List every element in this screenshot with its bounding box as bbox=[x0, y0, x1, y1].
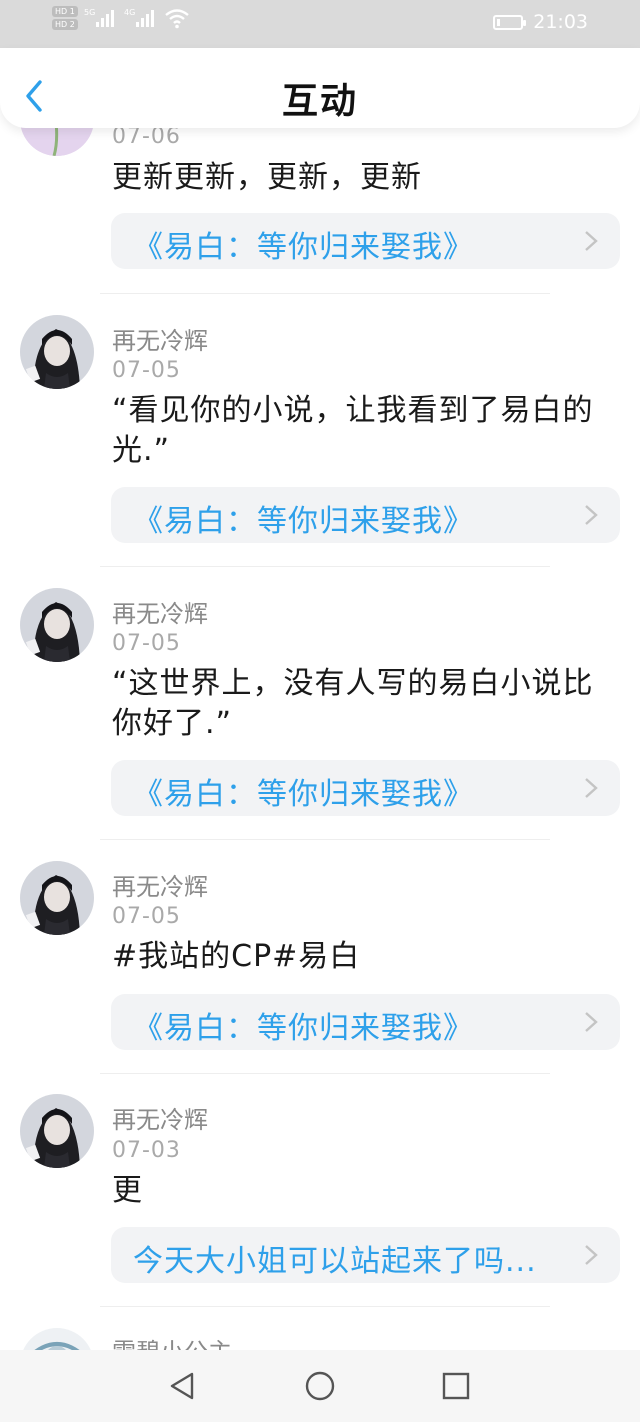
hd-badge-1: HD 1 bbox=[52, 6, 78, 17]
user-avatar-icon bbox=[20, 861, 94, 935]
comment-text: “这世界上，没有人写的易白小说比你好了.” bbox=[112, 666, 594, 741]
chevron-right-icon bbox=[585, 1245, 598, 1265]
book-link-card[interactable]: 《易白：等你归来娶我》 bbox=[111, 760, 620, 816]
divider bbox=[100, 293, 550, 294]
username[interactable]: 再无冷辉 bbox=[112, 321, 208, 356]
app-header: 互动 bbox=[0, 48, 640, 128]
comment-date: 07-05 bbox=[112, 904, 181, 929]
system-nav-bar bbox=[0, 1350, 640, 1422]
user-avatar-icon bbox=[20, 1094, 94, 1168]
comment-text: “看见你的小说，让我看到了易白的光.” bbox=[112, 393, 594, 468]
wifi-icon bbox=[165, 9, 189, 29]
comment-text: #我站的CP#易白 bbox=[112, 939, 361, 974]
triangle-back-icon[interactable] bbox=[162, 1366, 202, 1406]
book-title: 今天大小姐可以站起来了吗... bbox=[133, 1244, 537, 1279]
book-link-card[interactable]: 《易白：等你归来娶我》 bbox=[111, 213, 620, 269]
book-title: 《易白：等你归来娶我》 bbox=[133, 504, 474, 539]
chevron-right-icon bbox=[585, 1012, 598, 1032]
username[interactable]: 再无冷辉 bbox=[112, 867, 208, 902]
hd-badge-2: HD 2 bbox=[52, 19, 78, 30]
username[interactable]: 再无冷辉 bbox=[112, 1100, 208, 1135]
battery-icon bbox=[493, 14, 527, 30]
comment-text: 更 bbox=[112, 1173, 143, 1208]
divider bbox=[100, 1073, 550, 1074]
svg-text:5G: 5G bbox=[84, 8, 95, 17]
circle-home-icon[interactable] bbox=[300, 1366, 340, 1406]
avatar[interactable] bbox=[20, 861, 94, 935]
book-link-card[interactable]: 《易白：等你归来娶我》 bbox=[111, 487, 620, 543]
book-title: 《易白：等你归来娶我》 bbox=[133, 230, 474, 265]
network-indicators: HD 1 HD 2 5G 4G bbox=[52, 6, 190, 30]
clock: 21:03 bbox=[533, 11, 588, 33]
comment-date: 07-05 bbox=[112, 631, 181, 656]
user-avatar-icon bbox=[20, 315, 94, 389]
svg-text:4G: 4G bbox=[124, 8, 135, 17]
book-link-card[interactable]: 今天大小姐可以站起来了吗... bbox=[111, 1227, 620, 1283]
chevron-right-icon bbox=[585, 505, 598, 525]
chevron-right-icon bbox=[585, 231, 598, 251]
username[interactable]: 再无冷辉 bbox=[112, 594, 208, 629]
book-title: 《易白：等你归来娶我》 bbox=[133, 777, 474, 812]
avatar[interactable] bbox=[20, 1094, 94, 1168]
comment-date: 07-05 bbox=[112, 358, 181, 383]
avatar[interactable] bbox=[20, 588, 94, 662]
signal-4g-icon: 4G bbox=[124, 8, 154, 27]
avatar[interactable] bbox=[20, 315, 94, 389]
square-recent-icon[interactable] bbox=[436, 1366, 476, 1406]
chevron-right-icon bbox=[585, 778, 598, 798]
book-title: 《易白：等你归来娶我》 bbox=[133, 1011, 474, 1046]
divider bbox=[100, 566, 550, 567]
comment-date: 07-03 bbox=[112, 1138, 181, 1163]
status-bar: HD 1 HD 2 5G 4G 21:03 bbox=[0, 0, 640, 48]
divider bbox=[100, 1306, 550, 1307]
signal-5g-icon: 5G bbox=[84, 8, 114, 27]
book-link-card[interactable]: 《易白：等你归来娶我》 bbox=[111, 994, 620, 1050]
user-avatar-icon bbox=[20, 588, 94, 662]
page-title: 互动 bbox=[281, 81, 358, 122]
comment-text: 更新更新，更新，更新 bbox=[112, 160, 422, 195]
divider bbox=[100, 839, 550, 840]
